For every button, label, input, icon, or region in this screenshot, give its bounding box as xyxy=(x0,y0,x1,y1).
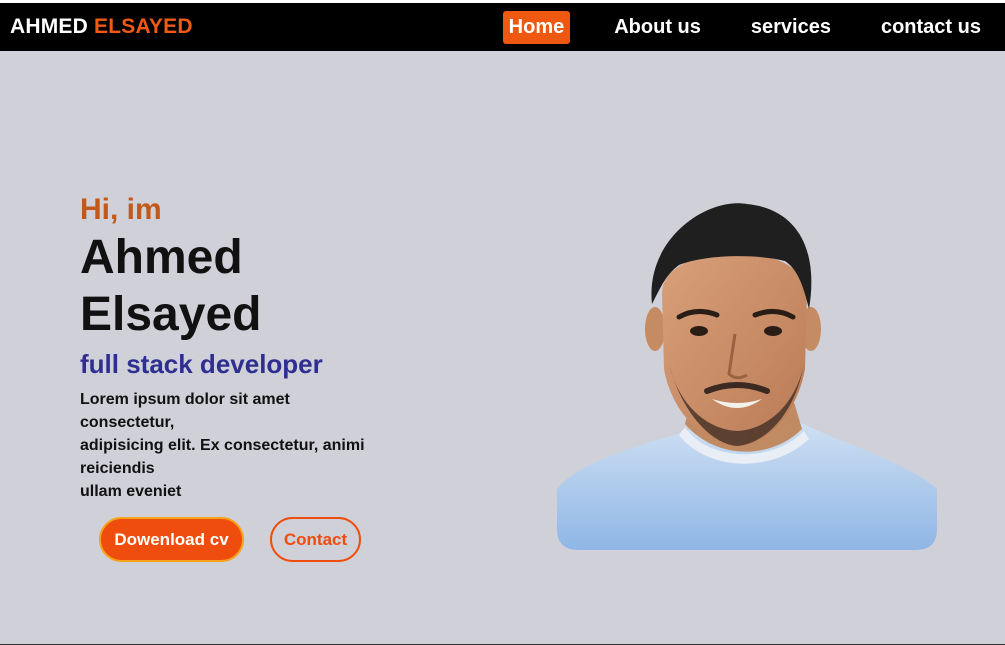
brand-first-name: AHMED xyxy=(10,15,88,38)
navbar: AHMED ELSAYED Home About us services con… xyxy=(0,3,1005,51)
download-cv-button[interactable]: Dowenload cv xyxy=(99,517,244,562)
nav-link-about[interactable]: About us xyxy=(608,11,707,44)
hero-bio-line: adipisicing elit. Ex consectetur, animi … xyxy=(80,437,365,477)
hero-bio-line: Lorem ipsum dolor sit amet consectetur, xyxy=(80,391,290,431)
hero-bio-line: ullam eveniet xyxy=(80,483,182,500)
nav-link-services[interactable]: services xyxy=(745,11,837,44)
hero-role: full stack developer xyxy=(80,349,323,379)
nav-link-contact[interactable]: contact us xyxy=(875,11,987,44)
hero-greeting: Hi, im xyxy=(80,193,162,226)
hero-bio: Lorem ipsum dolor sit amet consectetur, … xyxy=(80,388,380,503)
nav-link-home[interactable]: Home xyxy=(502,10,571,44)
brand-last-name: ELSAYED xyxy=(94,15,193,38)
hero-name: Ahmed Elsayed xyxy=(80,231,262,341)
hero-section: Hi, im Ahmed Elsayed full stack develope… xyxy=(0,51,1005,644)
nav-links: Home About us services contact us xyxy=(502,10,987,44)
contact-button[interactable]: Contact xyxy=(270,517,361,562)
profile-photo xyxy=(557,203,937,550)
brand-logo[interactable]: AHMED ELSAYED xyxy=(10,15,193,39)
